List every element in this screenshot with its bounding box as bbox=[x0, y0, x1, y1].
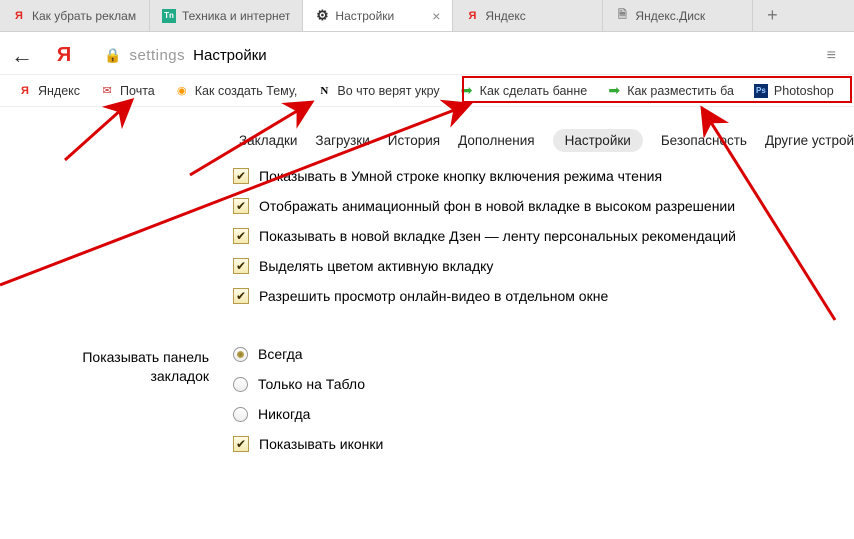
settings-content: ✔ Показывать в Умной строке кнопку включ… bbox=[0, 168, 854, 466]
settings-subnav: Закладки Загрузки История Дополнения Нас… bbox=[0, 107, 854, 168]
bookmark-create-theme[interactable]: ◉ Как создать Тему, bbox=[167, 81, 306, 101]
yandex-icon: Я bbox=[465, 9, 479, 23]
setting-label: Отображать анимационный фон в новой вкла… bbox=[259, 198, 735, 214]
radio-tableau-only[interactable]: Только на Табло bbox=[233, 376, 854, 392]
setting-video-popup[interactable]: ✔ Разрешить просмотр онлайн-видео в отде… bbox=[233, 288, 854, 304]
address-keyword: settings bbox=[129, 47, 185, 64]
subnav-security[interactable]: Безопасность bbox=[661, 133, 747, 148]
tab-settings[interactable]: ⚙ Настройки × bbox=[303, 0, 453, 31]
setting-show-icons[interactable]: ✔ Показывать иконки bbox=[233, 436, 854, 452]
bookmark-label: Photoshop bbox=[774, 84, 834, 98]
checkbox-icon[interactable]: ✔ bbox=[233, 288, 249, 304]
tab-label: Яндекс bbox=[485, 9, 590, 23]
yandex-icon: Я bbox=[12, 9, 26, 23]
subnav-downloads[interactable]: Загрузки bbox=[315, 133, 369, 148]
setting-label: Показывать в Умной строке кнопку включен… bbox=[259, 168, 662, 184]
bookmark-yandex[interactable]: Я Яндекс bbox=[10, 81, 88, 101]
bookmark-label: Как сделать банне bbox=[480, 84, 588, 98]
site-icon: Tn bbox=[162, 9, 176, 23]
setting-label: Показывать в новой вкладке Дзен — ленту … bbox=[259, 228, 736, 244]
page-icon: 🗎 bbox=[615, 9, 629, 23]
radio-icon[interactable] bbox=[233, 377, 248, 392]
bookmark-label: Как создать Тему, bbox=[195, 84, 298, 98]
bookmark-label: Яндекс bbox=[38, 84, 80, 98]
new-tab-button[interactable]: + bbox=[753, 0, 791, 31]
tab-label: Техника и интернет bbox=[182, 9, 290, 23]
lock-icon: 🔒 bbox=[104, 47, 121, 64]
arrow-right-icon: ➡ bbox=[607, 84, 621, 98]
bookmark-label: Во что верят укру bbox=[337, 84, 439, 98]
tab-label: Настройки bbox=[335, 9, 426, 23]
radio-icon[interactable] bbox=[233, 347, 248, 362]
site-icon: N bbox=[317, 84, 331, 98]
subnav-bookmarks[interactable]: Закладки bbox=[239, 133, 297, 148]
checkbox-icon[interactable]: ✔ bbox=[233, 168, 249, 184]
bookmark-photoshop[interactable]: Ps Photoshop bbox=[746, 81, 842, 101]
bookmarks-panel-title: Показывать панель закладок bbox=[58, 346, 233, 386]
nav-bar: ← Я 🔒 settings Настройки ≡ bbox=[0, 37, 854, 75]
setting-animated-bg[interactable]: ✔ Отображать анимационный фон в новой вк… bbox=[233, 198, 854, 214]
bookmark-label: Почта bbox=[120, 84, 155, 98]
radio-icon[interactable] bbox=[233, 407, 248, 422]
subnav-history[interactable]: История bbox=[388, 133, 440, 148]
yandex-icon: Я bbox=[18, 84, 32, 98]
bookmarks-bar: Я Яндекс ✉ Почта ◉ Как создать Тему, N В… bbox=[0, 75, 854, 107]
radio-label: Никогда bbox=[258, 406, 310, 422]
checkbox-icon[interactable]: ✔ bbox=[233, 436, 249, 452]
setting-smart-line-reading[interactable]: ✔ Показывать в Умной строке кнопку включ… bbox=[233, 168, 854, 184]
checkbox-icon[interactable]: ✔ bbox=[233, 198, 249, 214]
setting-label: Разрешить просмотр онлайн-видео в отдель… bbox=[259, 288, 608, 304]
gear-icon: ⚙ bbox=[315, 9, 329, 23]
bookmark-place-banner[interactable]: ➡ Как разместить ба bbox=[599, 81, 742, 101]
subnav-settings[interactable]: Настройки bbox=[553, 129, 643, 152]
tab-tech-internet[interactable]: Tn Техника и интернет bbox=[150, 0, 303, 31]
menu-button[interactable]: ≡ bbox=[819, 43, 844, 69]
setting-label: Выделять цветом активную вкладку bbox=[259, 258, 493, 274]
arrow-right-icon: ➡ bbox=[460, 84, 474, 98]
tab-strip: Я Как убрать реклам Tn Техника и интерне… bbox=[0, 0, 854, 32]
tab-remove-ads[interactable]: Я Как убрать реклам bbox=[0, 0, 150, 31]
back-button[interactable]: ← bbox=[10, 43, 34, 69]
tab-yandex-disk[interactable]: 🗎 Яндекс.Диск bbox=[603, 0, 753, 31]
setting-highlight-active-tab[interactable]: ✔ Выделять цветом активную вкладку bbox=[233, 258, 854, 274]
mail-icon: ✉ bbox=[100, 84, 114, 98]
bookmark-label: Как разместить ба bbox=[627, 84, 734, 98]
address-bar[interactable]: 🔒 settings Настройки bbox=[94, 43, 801, 68]
radio-label: Только на Табло bbox=[258, 376, 365, 392]
checkbox-icon[interactable]: ✔ bbox=[233, 258, 249, 274]
setting-zen-feed[interactable]: ✔ Показывать в новой вкладке Дзен — лент… bbox=[233, 228, 854, 244]
tab-yandex[interactable]: Я Яндекс bbox=[453, 0, 603, 31]
radio-always[interactable]: Всегда bbox=[233, 346, 854, 362]
bookmark-believe[interactable]: N Во что верят укру bbox=[309, 81, 447, 101]
checkbox-icon[interactable]: ✔ bbox=[233, 228, 249, 244]
subnav-addons[interactable]: Дополнения bbox=[458, 133, 534, 148]
photoshop-icon: Ps bbox=[754, 84, 768, 98]
tab-label: Как убрать реклам bbox=[32, 9, 137, 23]
radio-never[interactable]: Никогда bbox=[233, 406, 854, 422]
bookmark-mail[interactable]: ✉ Почта bbox=[92, 81, 163, 101]
subnav-other-devices[interactable]: Другие устрой bbox=[765, 133, 854, 148]
tab-label: Яндекс.Диск bbox=[635, 9, 740, 23]
radio-label: Всегда bbox=[258, 346, 303, 362]
address-title: Настройки bbox=[193, 47, 267, 64]
setting-label: Показывать иконки bbox=[259, 436, 383, 452]
yandex-logo-icon[interactable]: Я bbox=[52, 44, 76, 67]
bookmark-make-banner[interactable]: ➡ Как сделать банне bbox=[452, 81, 596, 101]
close-icon[interactable]: × bbox=[432, 8, 440, 24]
site-icon: ◉ bbox=[175, 84, 189, 98]
